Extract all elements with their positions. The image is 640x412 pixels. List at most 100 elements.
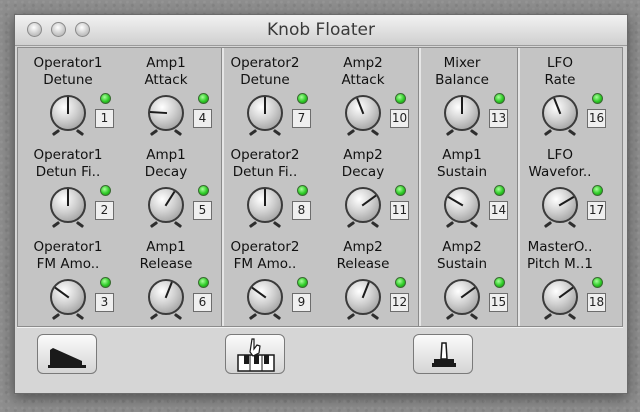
rotary-knob[interactable] (542, 187, 578, 223)
knob-number: 18 (587, 293, 606, 312)
knob-label-line1: Amp2 (343, 147, 383, 163)
led-indicator (100, 93, 111, 104)
knob-label-line1: Operator1 (33, 147, 103, 163)
knob-label: Mixer Balance (416, 55, 508, 89)
knob-floater-window: Knob Floater Operator1 Detune 1 Amp1 Attack 4… (14, 14, 628, 394)
knob-label-line1: Amp2 (343, 239, 383, 255)
knob-pointer (558, 195, 575, 207)
rotary-knob[interactable] (345, 95, 381, 131)
knob-pointer (447, 195, 464, 207)
rotary-knob[interactable] (50, 95, 86, 131)
led-indicator (297, 185, 308, 196)
knob-label: Operator2 FM Amo.. (219, 239, 311, 273)
knob-pointer (67, 189, 69, 206)
knob-label-line2: FM Amo.. (36, 256, 100, 272)
rotary-knob[interactable] (247, 187, 283, 223)
knob-pointer (54, 286, 70, 299)
led-indicator (297, 93, 308, 104)
knob-number: 8 (292, 201, 311, 220)
knob-number: 11 (390, 201, 409, 220)
led-indicator (395, 93, 406, 104)
knob-pointer (264, 97, 266, 114)
knob-label-line2: Sustain (436, 256, 488, 272)
rotary-knob[interactable] (247, 95, 283, 131)
knob-pointer (164, 281, 173, 299)
knob-label: LFO Wavefor.. (514, 147, 606, 181)
rotary-knob[interactable] (247, 279, 283, 315)
knob-label-line2: Release (336, 256, 390, 272)
pedal-icon (48, 348, 86, 368)
knob-control: Amp2 Release 12 (321, 235, 413, 327)
knob-number: 1 (95, 109, 114, 128)
knob-label-line1: Operator1 (33, 239, 103, 255)
knob-control: Operator1 Detun Fi.. 2 (26, 143, 118, 235)
rotary-knob[interactable] (444, 95, 480, 131)
led-indicator (198, 277, 209, 288)
knob-pointer (164, 190, 176, 207)
knob-label-line1: LFO (547, 55, 573, 71)
knob-label: Amp2 Decay (317, 147, 409, 181)
knob-number: 5 (193, 201, 212, 220)
knob-label-line2: Detun Fi.. (232, 164, 298, 180)
knob-pointer (356, 97, 365, 115)
knob-control: MasterO.. Pitch M..1 18 (518, 235, 610, 327)
knob-pointer (460, 286, 476, 299)
knob-control: Operator2 Detune 7 (223, 51, 315, 143)
rotary-knob[interactable] (148, 95, 184, 131)
knob-label-line1: Amp1 (146, 147, 186, 163)
rotary-knob[interactable] (148, 187, 184, 223)
knob-number: 12 (390, 293, 409, 312)
knob-control: Amp2 Attack 10 (321, 51, 413, 143)
knob-pointer (264, 189, 266, 206)
knob-number: 13 (489, 109, 508, 128)
led-indicator (297, 277, 308, 288)
knob-label-line2: Sustain (436, 164, 488, 180)
knob-control: Operator1 FM Amo.. 3 (26, 235, 118, 327)
knob-label: Operator2 Detun Fi.. (219, 147, 311, 181)
knob-label: Operator2 Detune (219, 55, 311, 89)
knob-number: 7 (292, 109, 311, 128)
knob-pointer (461, 97, 463, 114)
led-indicator (395, 185, 406, 196)
knob-label-line1: Mixer (443, 55, 481, 71)
rotary-knob[interactable] (542, 279, 578, 315)
knob-label-line2: Rate (544, 72, 576, 88)
knob-label-line1: Amp1 (146, 239, 186, 255)
knob-label-line1: MasterO.. (527, 239, 593, 255)
knob-number: 15 (489, 293, 508, 312)
knob-label-line1: Operator1 (33, 55, 103, 71)
keyboard-hand-button[interactable] (225, 334, 285, 374)
knob-label-line2: Decay (144, 164, 188, 180)
joystick-button[interactable] (413, 334, 473, 374)
led-indicator (198, 93, 209, 104)
pedal-button[interactable] (37, 334, 97, 374)
rotary-knob[interactable] (50, 187, 86, 223)
rotary-knob[interactable] (444, 279, 480, 315)
knob-control: LFO Rate 16 (518, 51, 610, 143)
knob-label: Amp1 Release (120, 239, 212, 273)
knob-control: Amp2 Sustain 15 (420, 235, 512, 327)
rotary-knob[interactable] (50, 279, 86, 315)
rotary-knob[interactable] (444, 187, 480, 223)
rotary-knob[interactable] (542, 95, 578, 131)
knob-label-line1: LFO (547, 147, 573, 163)
led-indicator (100, 185, 111, 196)
knob-number: 9 (292, 293, 311, 312)
knob-control: Amp1 Sustain 14 (420, 143, 512, 235)
led-indicator (494, 277, 505, 288)
knob-label-line2: Decay (341, 164, 385, 180)
knob-pointer (67, 97, 69, 114)
rotary-knob[interactable] (148, 279, 184, 315)
knob-label-line1: Amp2 (343, 55, 383, 71)
title-bar[interactable]: Knob Floater (15, 15, 627, 46)
knob-label-line2: Release (139, 256, 193, 272)
rotary-knob[interactable] (345, 187, 381, 223)
knob-label: Operator1 Detun Fi.. (22, 147, 114, 181)
knob-control: Amp2 Decay 11 (321, 143, 413, 235)
knob-number: 16 (587, 109, 606, 128)
knob-label: Amp2 Attack (317, 55, 409, 89)
knob-label-line2: Detune (43, 72, 93, 88)
rotary-knob[interactable] (345, 279, 381, 315)
led-indicator (100, 277, 111, 288)
knob-label-line2: Detun Fi.. (35, 164, 101, 180)
